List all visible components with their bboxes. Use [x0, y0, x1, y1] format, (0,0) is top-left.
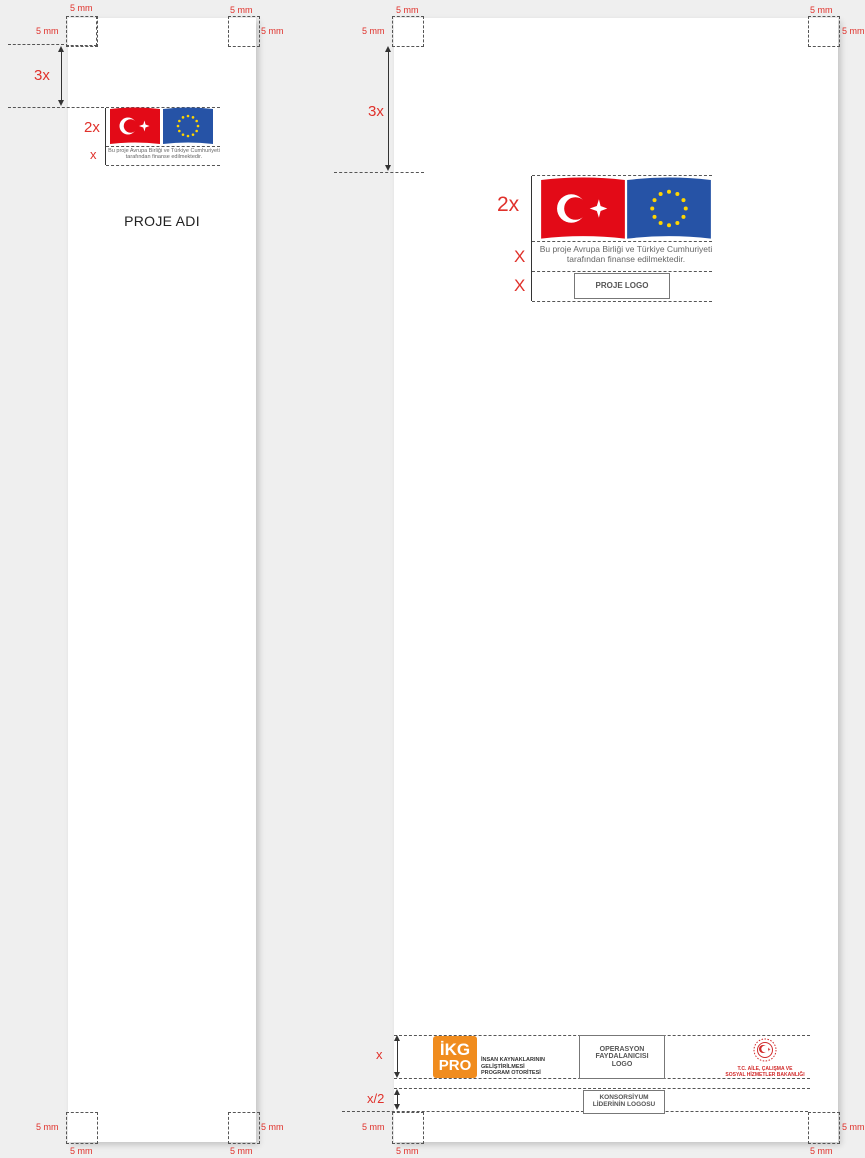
margin-label: 5 mm: [70, 3, 93, 13]
ikg-pro-logo-line1: İKG: [439, 1040, 471, 1059]
ikg-pro-logo-line2: PRO: [438, 1057, 472, 1074]
project-name: PROJE ADI: [124, 213, 200, 229]
dimension-2x: 2x: [84, 119, 100, 136]
margin-label: 5 mm: [261, 1122, 284, 1132]
guide-line: [342, 1111, 808, 1112]
consortium-leader-logo-placeholder: KONSORSİYUM LİDERİNİN LOGOSU: [583, 1090, 665, 1114]
funding-caption-line2: tarafından finanse edilmektedir.: [125, 154, 203, 161]
operasyon-line3: LOGO: [611, 1060, 633, 1068]
arrow-down-icon: [385, 165, 391, 171]
dimension-x: X: [514, 247, 526, 266]
arrow-down-icon: [58, 100, 64, 106]
margin-label: 5 mm: [36, 26, 59, 36]
margin-label: 5 mm: [396, 5, 419, 15]
dimension-line: [397, 1038, 398, 1076]
funding-caption: Bu proje Avrupa Birliği ve Türkiye Cumhu…: [534, 244, 718, 265]
margin-label: 5 mm: [842, 1122, 865, 1132]
konsorsiyum-line2: LİDERİNİN LOGOSU: [592, 1101, 656, 1108]
ikg-pro-text-line3: PROGRAM OTORİTESİ: [481, 1070, 541, 1077]
eu-flag: [627, 177, 711, 239]
crop-mark-top-right: [228, 16, 260, 47]
crop-mark-top-right: [808, 16, 840, 47]
ikg-pro-text: İNSAN KAYNAKLARININ GELİŞTİRİLMESİ PROGR…: [481, 1057, 545, 1077]
margin-label: 5 mm: [230, 1146, 253, 1156]
arrow-up-icon: [394, 1035, 400, 1041]
margin-label: 5 mm: [842, 26, 865, 36]
dimension-3x: 3x: [368, 103, 384, 120]
crop-mark-top-left-l: [66, 16, 98, 47]
funding-caption-line2: tarafından finanse edilmektedir.: [566, 253, 686, 264]
guide-line: [532, 271, 712, 272]
dimension-x: x: [376, 1047, 383, 1062]
guide-line: [532, 301, 712, 302]
margin-label: 5 mm: [362, 1122, 385, 1132]
guide-line: [8, 107, 104, 108]
funding-caption: Bu proje Avrupa Birliği ve Türkiye Cumhu…: [104, 148, 224, 161]
dimension-x-half: x/2: [367, 1091, 385, 1106]
guide-line: [334, 172, 424, 173]
dimension-line: [531, 176, 532, 301]
dimension-line: [61, 50, 62, 102]
dimension-line: [388, 50, 389, 166]
crop-mark-bottom-left: [66, 1112, 98, 1144]
guide-line: [394, 1088, 810, 1089]
guide-line: [8, 44, 64, 45]
operasyon-line2: FAYDALANICISI: [595, 1053, 649, 1061]
project-logo-placeholder: PROJE LOGO: [574, 273, 670, 299]
guide-line: [106, 165, 220, 166]
dimension-3x: 3x: [34, 67, 50, 84]
arrow-down-icon: [394, 1104, 400, 1110]
ministry-emblem-icon: [753, 1038, 777, 1062]
margin-label: 5 mm: [36, 1122, 59, 1132]
ministry-line2: SOSYAL HİZMETLER BAKANLIĞI: [725, 1072, 805, 1078]
dimension-x: X: [514, 276, 526, 295]
crop-mark-bottom-right: [808, 1112, 840, 1144]
margin-label: 5 mm: [70, 1146, 93, 1156]
ikg-pro-logo: İKG PRO: [433, 1036, 477, 1078]
left-panel: [68, 18, 256, 1142]
arrow-down-icon: [394, 1072, 400, 1078]
arrow-up-icon: [385, 46, 391, 52]
dimension-2x: 2x: [497, 193, 520, 216]
arrow-up-icon: [58, 46, 64, 52]
margin-label: 5 mm: [261, 26, 284, 36]
ministry-name: T.C. AİLE, ÇALIŞMA VE SOSYAL HİZMETLER B…: [717, 1066, 813, 1078]
guide-line: [106, 146, 220, 147]
crop-mark-top-left: [392, 16, 424, 47]
operation-beneficiary-logo-placeholder: OPERASYON FAYDALANICISI LOGO: [579, 1035, 665, 1079]
margin-label: 5 mm: [362, 26, 385, 36]
eu-flag-small: [163, 107, 213, 144]
operasyon-line1: OPERASYON: [599, 1045, 645, 1053]
margin-label: 5 mm: [396, 1146, 419, 1156]
dimension-x: x: [90, 147, 97, 162]
crop-mark-bottom-right: [228, 1112, 260, 1144]
margin-label: 5 mm: [810, 1146, 833, 1156]
turkey-flag-small: [110, 107, 160, 144]
margin-label: 5 mm: [810, 5, 833, 15]
ikg-pro-text-line1: İNSAN KAYNAKLARININ: [481, 1057, 545, 1063]
arrow-up-icon: [394, 1089, 400, 1095]
crop-mark-bottom-left: [392, 1112, 424, 1144]
turkey-flag: [541, 177, 625, 239]
margin-label: 5 mm: [230, 5, 253, 15]
